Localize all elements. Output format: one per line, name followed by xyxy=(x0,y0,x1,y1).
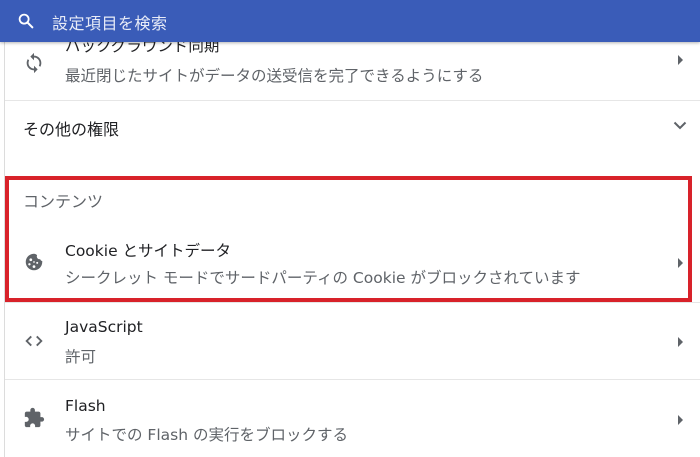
arrow-right-icon xyxy=(678,415,683,425)
javascript-title: JavaScript xyxy=(65,318,143,336)
cookies-row[interactable]: Cookie とサイトデータ シークレット モードでサードパーティの Cooki… xyxy=(5,224,700,299)
cookie-icon xyxy=(25,253,44,271)
cookies-subtitle: シークレット モードでサードパーティの Cookie がブロックされています xyxy=(65,269,581,287)
flash-row[interactable]: Flash サイトでの Flash の実行をブロックする xyxy=(5,380,700,457)
flash-title: Flash xyxy=(65,397,106,415)
arrow-right-icon xyxy=(678,55,683,65)
other-permissions-title: その他の権限 xyxy=(23,120,120,139)
sync-icon xyxy=(26,52,42,74)
settings-card: バックグラウンド同期 最近閉じたサイトがデータの送受信を完了できるようにする そ… xyxy=(4,0,700,457)
arrow-right-icon xyxy=(678,337,683,347)
other-permissions-row[interactable]: その他の権限 xyxy=(5,101,700,149)
search-icon[interactable] xyxy=(17,12,35,30)
flash-subtitle: サイトでの Flash の実行をブロックする xyxy=(65,426,348,444)
javascript-subtitle: 許可 xyxy=(65,348,97,366)
top-search-bar: 設定項目を検索 xyxy=(0,0,700,42)
cookies-title: Cookie とサイトデータ xyxy=(65,242,232,260)
chevron-down-icon[interactable] xyxy=(673,121,687,131)
arrow-right-icon xyxy=(678,258,683,268)
search-input[interactable]: 設定項目を検索 xyxy=(52,10,168,34)
content-section-title: コンテンツ xyxy=(23,192,104,211)
javascript-row[interactable]: JavaScript 許可 xyxy=(5,303,700,379)
puzzle-icon xyxy=(24,407,45,428)
code-icon xyxy=(25,335,43,347)
background-sync-subtitle: 最近閉じたサイトがデータの送受信を完了できるようにする xyxy=(65,67,484,85)
